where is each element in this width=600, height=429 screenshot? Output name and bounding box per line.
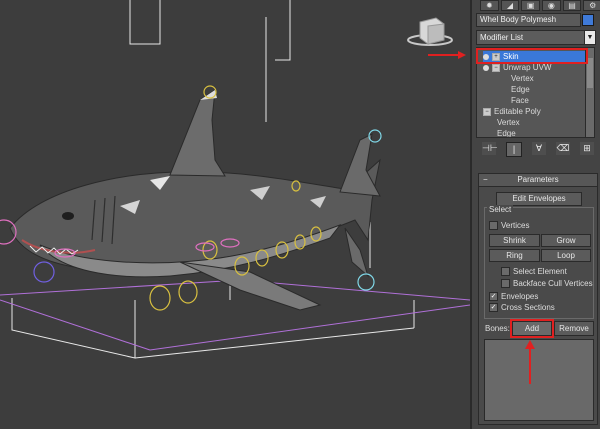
grow-button[interactable]: Grow <box>541 234 591 247</box>
stack-item-edge-2[interactable]: Edge <box>497 128 516 137</box>
remove-bone-button[interactable]: Remove <box>554 321 594 336</box>
highlight-add <box>510 319 554 338</box>
tab-create[interactable]: ✹ <box>480 0 499 11</box>
tab-display[interactable]: ▤ <box>562 0 582 11</box>
viewcube[interactable] <box>407 17 453 46</box>
collapse-icon[interactable]: − <box>483 107 491 116</box>
object-name-field[interactable]: Whel Body Polymesh <box>476 13 581 27</box>
command-panel: ✹ ◢ ▣ ◉ ▤ ⚙ Whel Body Polymesh Modifier … <box>470 0 600 429</box>
tab-utilities[interactable]: ⚙ <box>583 0 600 11</box>
annotation-arrow-skin <box>428 51 466 59</box>
modifier-list-dropdown[interactable]: Modifier List <box>476 30 594 45</box>
stack-item-editable-poly[interactable]: − Editable Poly <box>483 106 541 117</box>
remove-modifier-icon[interactable]: ⌫ <box>556 142 570 155</box>
stack-item-face[interactable]: Face <box>511 95 529 106</box>
stack-toolbar: ⊣⊢ | ∀ ⌫ ⊞ <box>482 142 594 157</box>
tab-modify[interactable]: ◢ <box>500 0 520 11</box>
collapse-icon[interactable]: − <box>483 174 488 186</box>
lightbulb-icon[interactable] <box>483 64 489 71</box>
parameters-rollout-title[interactable]: − Parameters <box>479 174 597 187</box>
backface-cull-checkbox[interactable]: Backface Cull Vertices <box>501 279 593 289</box>
select-element-checkbox[interactable]: Select Element <box>501 267 567 277</box>
envelopes-checkbox[interactable]: ✓ Envelopes <box>489 292 538 302</box>
highlight-skin <box>476 48 588 64</box>
ring-button[interactable]: Ring <box>489 249 540 262</box>
viewport[interactable] <box>0 0 470 429</box>
bones-list[interactable] <box>484 339 594 421</box>
stack-item-edge[interactable]: Edge <box>511 84 530 95</box>
tab-hierarchy[interactable]: ▣ <box>521 0 541 11</box>
stack-item-vertex-2[interactable]: Vertex <box>497 117 520 128</box>
bones-label: Bones: <box>485 324 510 333</box>
tab-motion[interactable]: ◉ <box>542 0 561 11</box>
cross-sections-checkbox[interactable]: ✓ Cross Sections <box>489 303 555 313</box>
vertices-checkbox[interactable]: Vertices <box>489 221 529 231</box>
select-group-label: Select <box>487 205 514 214</box>
loop-button[interactable]: Loop <box>541 249 591 262</box>
ground-plane <box>0 279 470 351</box>
shark-model[interactable] <box>9 88 381 311</box>
parameters-rollout: − Parameters Edit Envelopes Select Verti… <box>478 173 598 425</box>
show-end-result-icon[interactable]: | <box>506 142 522 157</box>
shrink-button[interactable]: Shrink <box>489 234 540 247</box>
annotation-arrow-add <box>525 340 535 384</box>
command-panel-tabs: ✹ ◢ ▣ ◉ ▤ ⚙ <box>480 0 600 11</box>
configure-sets-icon[interactable]: ⊞ <box>580 142 594 155</box>
scene <box>0 0 470 359</box>
collapse-icon[interactable]: − <box>492 63 500 72</box>
chevron-down-icon[interactable]: ▼ <box>584 30 596 45</box>
make-unique-icon[interactable]: ∀ <box>532 142 546 155</box>
stack-item-vertex[interactable]: Vertex <box>511 73 534 84</box>
edit-envelopes-button[interactable]: Edit Envelopes <box>496 192 582 206</box>
pin-stack-icon[interactable]: ⊣⊢ <box>482 142 498 155</box>
object-color-swatch[interactable] <box>582 14 594 26</box>
